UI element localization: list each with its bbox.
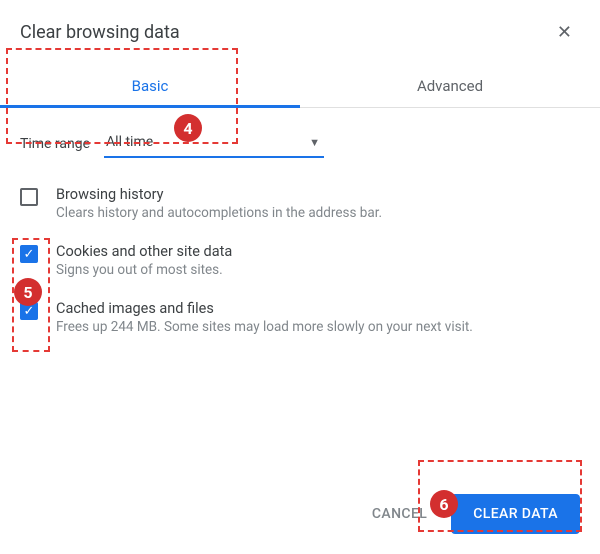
- option-desc: Clears history and autocompletions in th…: [56, 205, 580, 221]
- tab-advanced[interactable]: Advanced: [300, 63, 600, 107]
- tabs-container: Basic Advanced: [0, 63, 600, 108]
- close-icon: ✕: [557, 22, 572, 43]
- option-title: Cookies and other site data: [56, 243, 580, 260]
- option-title: Browsing history: [56, 186, 580, 203]
- option-desc: Signs you out of most sites.: [56, 262, 580, 278]
- tab-basic[interactable]: Basic: [0, 63, 300, 107]
- checkbox-cache[interactable]: ✓: [20, 302, 38, 320]
- cancel-button[interactable]: CANCEL: [364, 496, 435, 532]
- check-icon: ✓: [24, 248, 35, 261]
- option-desc: Frees up 244 MB. Some sites may load mor…: [56, 319, 580, 335]
- close-button[interactable]: ✕: [549, 18, 580, 47]
- checkbox-cookies[interactable]: ✓: [20, 245, 38, 263]
- time-range-select[interactable]: All time ▼: [104, 130, 324, 158]
- time-range-value: All time: [106, 134, 153, 150]
- clear-data-button[interactable]: CLEAR DATA: [451, 494, 580, 534]
- time-range-label: Time range: [20, 136, 90, 152]
- option-title: Cached images and files: [56, 300, 580, 317]
- check-icon: ✓: [24, 305, 35, 318]
- chevron-down-icon: ▼: [309, 136, 320, 149]
- checkbox-browsing-history[interactable]: [20, 188, 38, 206]
- dialog-title: Clear browsing data: [20, 22, 549, 43]
